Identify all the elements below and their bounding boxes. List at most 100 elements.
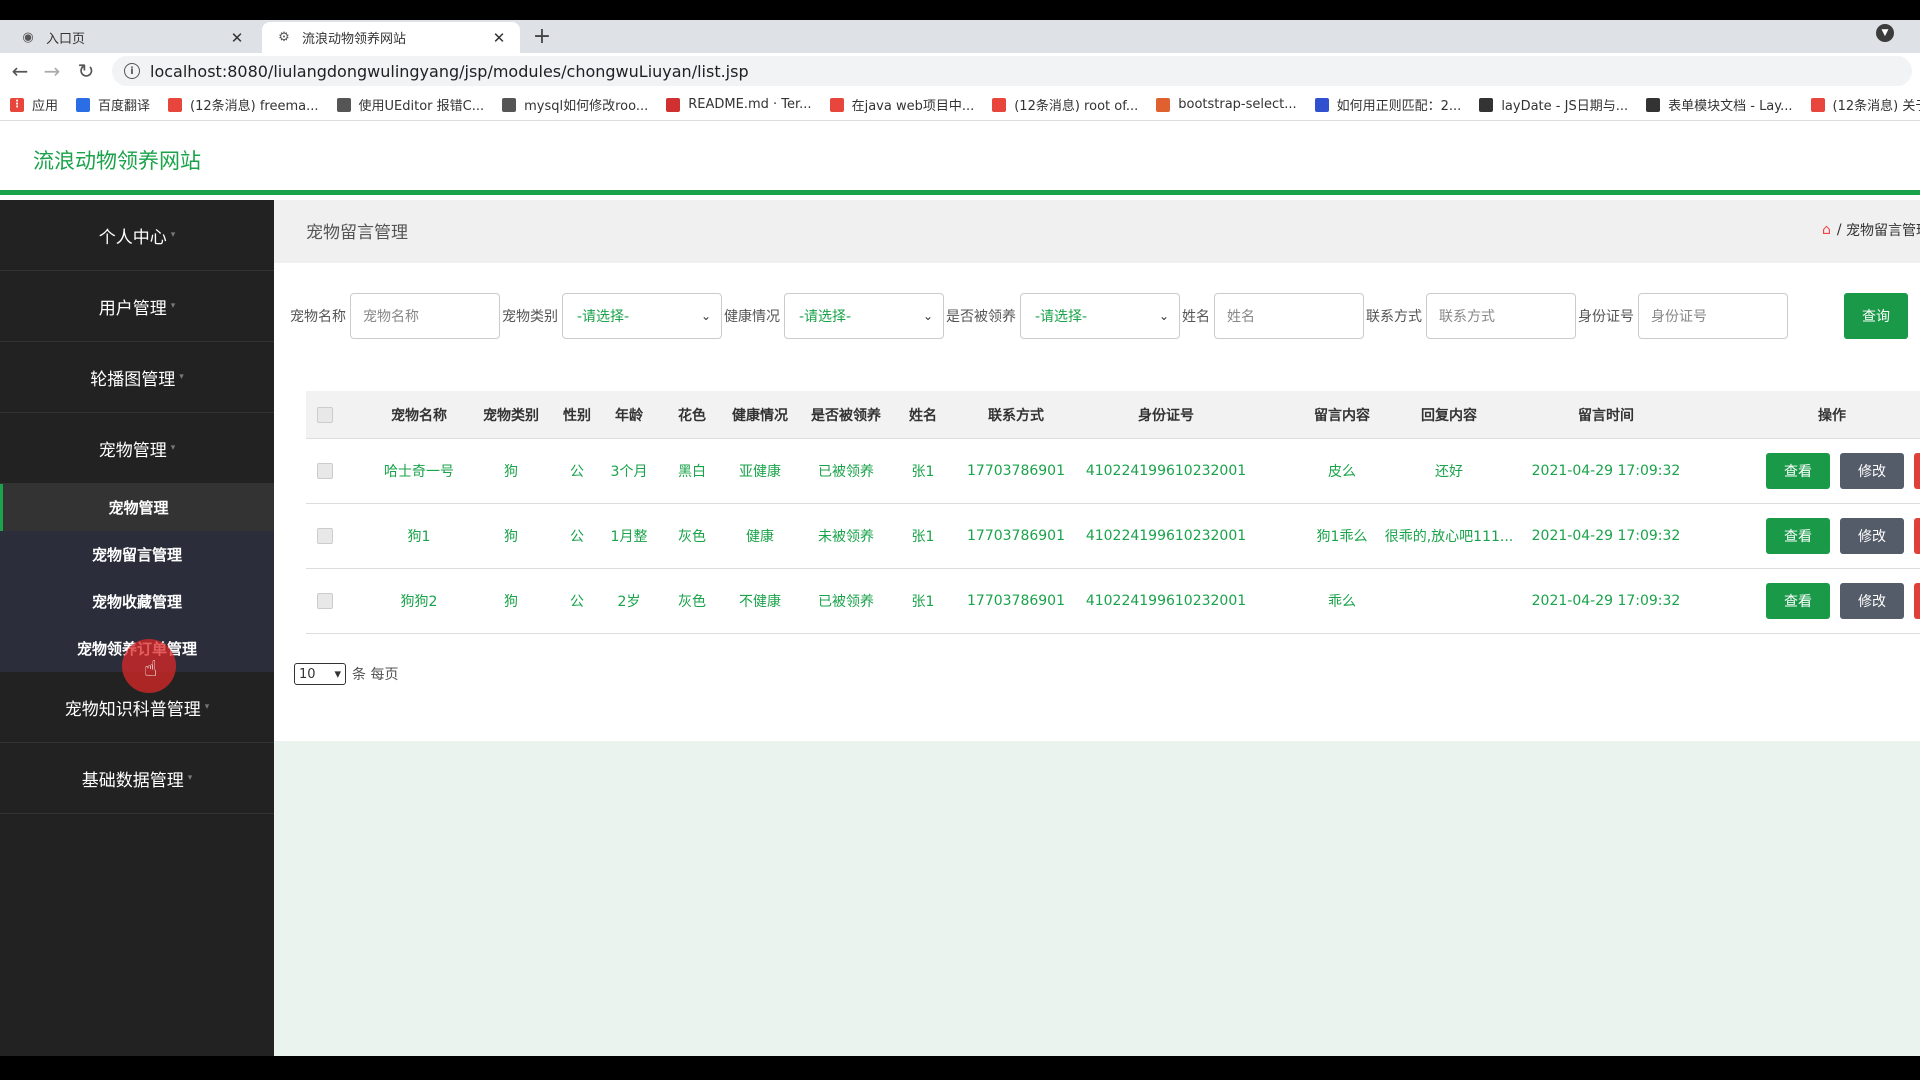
chevron-down-icon: ▾ bbox=[334, 666, 341, 682]
row-checkbox[interactable] bbox=[317, 463, 333, 479]
query-button[interactable]: 查询 bbox=[1844, 293, 1908, 339]
tab-label: 流浪动物领养网站 bbox=[302, 32, 407, 47]
reload-icon[interactable]: ↻ bbox=[72, 57, 100, 85]
search-input[interactable]: 身份证号 bbox=[1638, 293, 1788, 339]
row-cell: 2岁 bbox=[617, 594, 641, 610]
edit-button[interactable]: 修改 bbox=[1840, 518, 1904, 554]
search-label: 是否被领养 bbox=[946, 309, 1016, 325]
bookmark-item[interactable]: 如何用正则匹配：2... bbox=[1314, 95, 1462, 114]
row-cell: 狗 bbox=[504, 594, 518, 610]
sidebar-item[interactable]: 个人中心 ▾ bbox=[0, 200, 274, 271]
delete-button[interactable] bbox=[1914, 518, 1920, 554]
search-label: 健康情况 bbox=[724, 309, 780, 325]
address-bar[interactable]: i localhost:8080/liulangdongwulingyang/j… bbox=[112, 56, 1912, 86]
delete-button[interactable] bbox=[1914, 453, 1920, 489]
row-cell: 哈士奇一号 bbox=[384, 464, 454, 480]
sidebar-item[interactable]: 宠物管理 ▾ bbox=[0, 413, 274, 484]
row-checkbox[interactable] bbox=[317, 528, 333, 544]
row-checkbox[interactable] bbox=[317, 593, 333, 609]
sidebar-item[interactable]: 轮播图管理 ▾ bbox=[0, 342, 274, 413]
row-cell: 张1 bbox=[911, 594, 935, 610]
page-size-select[interactable]: 10 ▾ bbox=[294, 663, 346, 685]
new-tab-button[interactable]: + bbox=[528, 22, 556, 50]
row-cell: 还好 bbox=[1435, 464, 1463, 480]
sidebar-item[interactable]: 基础数据管理 ▾ bbox=[0, 743, 274, 814]
bookmark-icon bbox=[1810, 97, 1825, 112]
row-cell bbox=[306, 504, 344, 568]
bookmark-label: 如何用正则匹配：2... bbox=[1336, 99, 1462, 114]
bookmark-item[interactable]: README.md · Ter... bbox=[666, 97, 812, 112]
bookmark-icon bbox=[666, 97, 681, 112]
header-cell bbox=[306, 391, 344, 438]
url-text: localhost:8080/liulangdongwulingyang/jsp… bbox=[150, 61, 749, 81]
search-input[interactable]: 联系方式 bbox=[1426, 293, 1576, 339]
info-icon[interactable]: i bbox=[124, 63, 140, 79]
row-cell bbox=[306, 569, 344, 633]
search-select[interactable]: -请选择- ⌄ bbox=[562, 293, 722, 339]
row-cell: 张1 bbox=[911, 464, 935, 480]
row-cell: 狗1 bbox=[407, 529, 431, 545]
header-cell: 回复内容 bbox=[1421, 407, 1477, 424]
chevron-down-icon: ▾ bbox=[187, 773, 193, 783]
page-title: 宠物留言管理 bbox=[306, 223, 408, 243]
edit-button[interactable]: 修改 bbox=[1840, 453, 1904, 489]
bookmark-item[interactable]: mysql如何修改roo... bbox=[502, 95, 648, 114]
browser-toolbar: ← → ↻ i localhost:8080/liulangdongwuling… bbox=[0, 53, 1920, 89]
row-cell: 灰色 bbox=[678, 529, 706, 545]
search-label: 联系方式 bbox=[1366, 309, 1422, 325]
bookmark-label: 在java web项目中... bbox=[851, 99, 975, 114]
forward-icon[interactable]: → bbox=[38, 57, 66, 85]
edit-button[interactable]: 修改 bbox=[1840, 583, 1904, 619]
select-value: -请选择- bbox=[577, 309, 630, 325]
bookmark-item[interactable]: ⋮ 应用 bbox=[10, 95, 58, 114]
home-icon[interactable]: ⌂ bbox=[1822, 222, 1831, 238]
search-input[interactable]: 宠物名称 bbox=[350, 293, 500, 339]
view-button[interactable]: 查看 bbox=[1766, 518, 1830, 554]
select-all-checkbox[interactable] bbox=[317, 406, 333, 423]
row-cell: 黑白 bbox=[678, 464, 706, 480]
bookmark-item[interactable]: 表单模块文档 - Lay... bbox=[1646, 95, 1793, 114]
content-header: 宠物留言管理 ⌂ / 宠物留言管理 bbox=[274, 200, 1920, 263]
bookmark-item[interactable]: bootstrap-select... bbox=[1156, 97, 1297, 112]
tab-entry[interactable]: ◉ 入口页 ✕ bbox=[6, 22, 258, 53]
tab-search-icon[interactable]: ▼ bbox=[1876, 24, 1894, 42]
view-button[interactable]: 查看 bbox=[1766, 583, 1830, 619]
close-icon[interactable]: ✕ bbox=[490, 29, 508, 47]
chevron-down-icon: ▾ bbox=[170, 230, 176, 240]
tab-current[interactable]: ⚙ 流浪动物领养网站 ✕ bbox=[262, 22, 520, 53]
chevron-down-icon: ⌄ bbox=[922, 309, 933, 323]
view-button[interactable]: 查看 bbox=[1766, 453, 1830, 489]
delete-button[interactable] bbox=[1914, 583, 1920, 619]
bookmark-label: bootstrap-select... bbox=[1178, 97, 1297, 112]
sidebar-subitem[interactable]: 宠物管理 bbox=[0, 484, 274, 531]
sidebar-item-label: 轮播图管理 bbox=[90, 369, 176, 390]
header-cell: 是否被领养 bbox=[811, 407, 881, 424]
table-row: 狗狗2 狗公 2岁 灰色 不健康 已被领养 张1 17703786901 41022419961… bbox=[306, 569, 1920, 634]
search-select[interactable]: -请选择- ⌄ bbox=[1020, 293, 1180, 339]
breadcrumb-sep: / bbox=[1836, 222, 1846, 238]
header-cell: 年龄 bbox=[615, 407, 643, 424]
close-icon[interactable]: ✕ bbox=[228, 29, 246, 47]
row-cell: 未被领养 bbox=[818, 529, 874, 545]
bookmark-item[interactable]: 在java web项目中... bbox=[829, 95, 975, 114]
bookmark-item[interactable]: (12条消息) root of... bbox=[992, 95, 1138, 114]
search-label: 姓名 bbox=[1182, 309, 1210, 325]
back-icon[interactable]: ← bbox=[6, 57, 34, 85]
sidebar-item[interactable]: 用户管理 ▾ bbox=[0, 271, 274, 342]
search-select[interactable]: -请选择- ⌄ bbox=[784, 293, 944, 339]
site-title: 流浪动物领养网站 bbox=[33, 149, 201, 173]
bookmark-label: mysql如何修改roo... bbox=[524, 99, 649, 114]
sidebar-subitem[interactable]: 宠物留言管理 bbox=[0, 531, 274, 578]
bookmark-label: (12条消息) root of... bbox=[1014, 99, 1139, 114]
sidebar-subitem[interactable]: 宠物收藏管理 bbox=[0, 578, 274, 625]
bookmark-item[interactable]: 使用UEditor 报错C... bbox=[336, 95, 484, 114]
search-input[interactable]: 姓名 bbox=[1214, 293, 1364, 339]
row-cell: 不健康 bbox=[739, 594, 781, 610]
bookmark-item[interactable]: 百度翻译 bbox=[76, 95, 150, 114]
bookmark-item[interactable]: layDate - JS日期与... bbox=[1479, 95, 1628, 114]
bookmark-item[interactable]: (12条消息) 关于la bbox=[1810, 95, 1920, 114]
sidebar-item-label: 宠物管理 bbox=[98, 440, 167, 461]
row-cell: 1月整 bbox=[610, 529, 648, 545]
app: 流浪动物领养网站 个人中心 ▾ 用户管理 ▾ 轮播图管理 ▾ 宠物管理 ▾ 宠物管理 宠物留言管… bbox=[0, 121, 1920, 1056]
bookmark-item[interactable]: (12条消息) freema... bbox=[168, 95, 319, 114]
